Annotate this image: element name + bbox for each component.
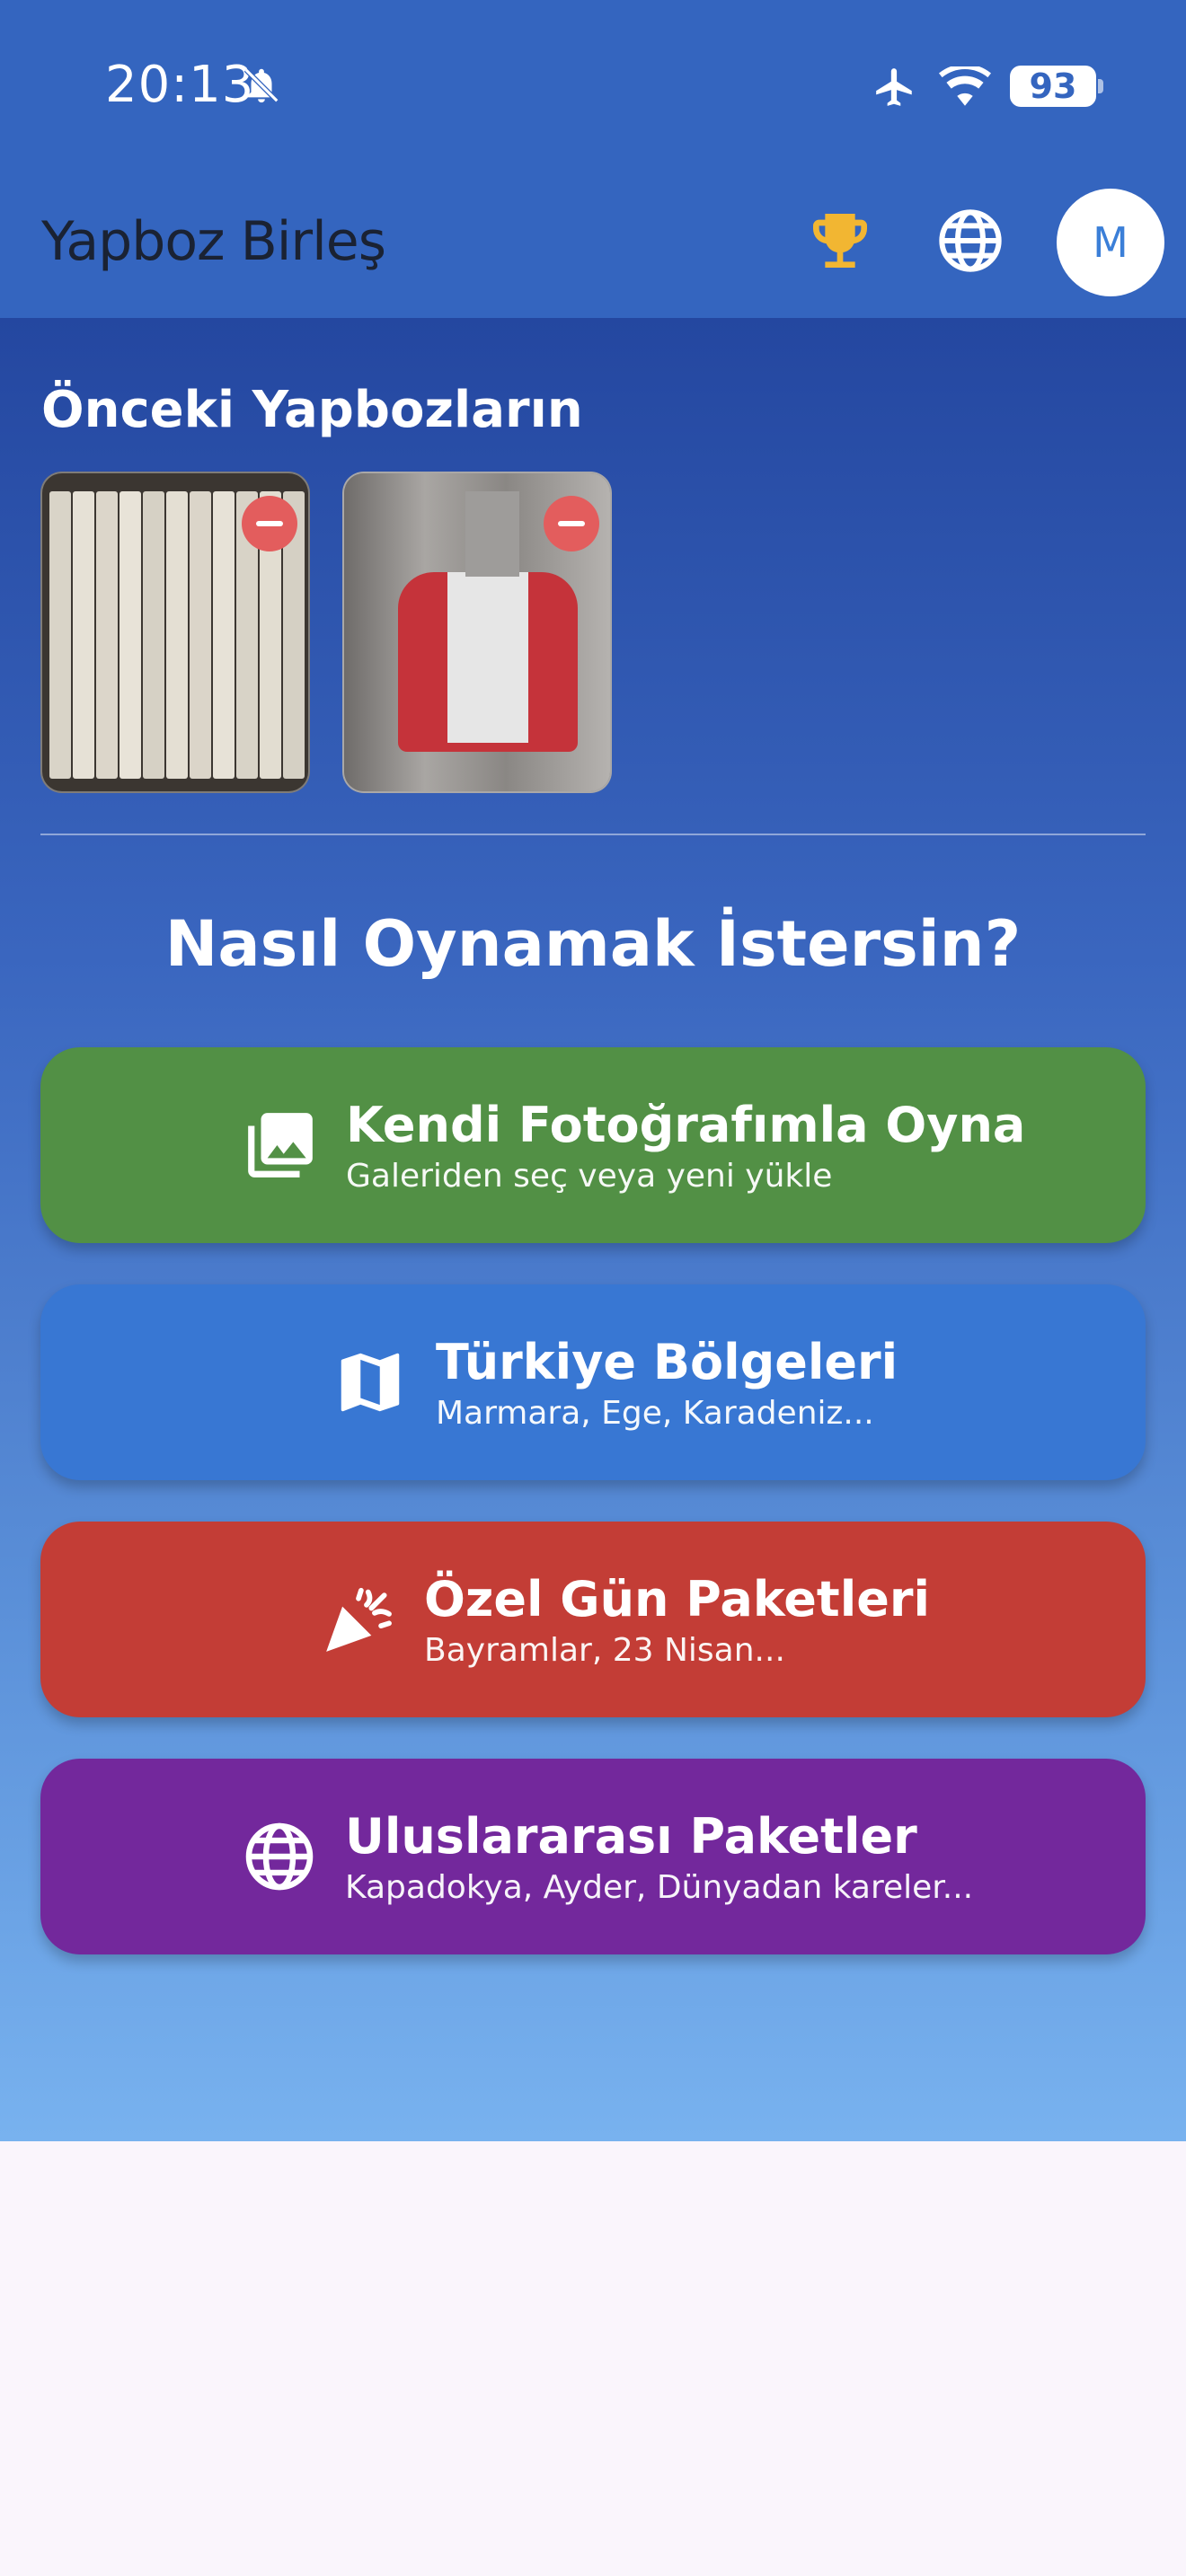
battery-tip — [1098, 79, 1103, 93]
photo-detail — [143, 491, 164, 779]
card-subtitle: Galeriden seç veya yeni yükle — [346, 1157, 833, 1195]
card-subtitle: Marmara, Ege, Karadeniz... — [436, 1394, 874, 1432]
turkey-regions-button[interactable]: Türkiye Bölgeleri Marmara, Ege, Karadeni… — [40, 1284, 1146, 1480]
map-icon — [341, 1353, 400, 1412]
trophy-icon[interactable] — [804, 205, 876, 277]
globe-icon — [245, 1822, 314, 1891]
card-title: Türkiye Bölgeleri — [436, 1333, 898, 1390]
own-photo-button[interactable]: Kendi Fotoğrafımla Oyna Galeriden seç ve… — [40, 1047, 1146, 1243]
photo-detail — [73, 491, 94, 779]
previous-puzzles-title: Önceki Yapbozların — [41, 381, 583, 439]
previous-puzzle-thumbnail[interactable] — [40, 472, 310, 793]
photo-detail — [49, 491, 71, 779]
avatar[interactable]: M — [1057, 189, 1164, 296]
special-day-packs-button[interactable]: Özel Gün Paketleri Bayramlar, 23 Nisan..… — [40, 1522, 1146, 1717]
card-text: Kendi Fotoğrafımla Oyna Galeriden seç ve… — [346, 1097, 1025, 1195]
globe-icon[interactable] — [934, 205, 1006, 277]
photo-detail — [166, 491, 188, 779]
bell-off-icon — [243, 67, 279, 103]
wifi-icon — [939, 66, 991, 106]
photo-detail — [465, 491, 519, 577]
play-mode-heading: Nasıl Oynamak İstersin? — [164, 907, 1022, 981]
previous-puzzle-thumbnail[interactable] — [342, 472, 612, 793]
card-title: Kendi Fotoğrafımla Oyna — [346, 1096, 1026, 1153]
photo-detail — [213, 491, 235, 779]
status-bar: 20:13 93 — [0, 0, 1186, 171]
remove-icon[interactable] — [544, 496, 599, 551]
photo-detail — [447, 572, 528, 743]
battery-indicator: 93 — [1010, 66, 1096, 107]
photo-detail — [190, 491, 211, 779]
card-text: Özel Gün Paketleri Bayramlar, 23 Nisan..… — [424, 1571, 930, 1669]
international-packs-button[interactable]: Uluslararası Paketler Kapadokya, Ayder, … — [40, 1759, 1146, 1954]
airplane-icon — [876, 68, 912, 106]
photo-detail — [119, 491, 141, 779]
card-title: Uluslararası Paketler — [345, 1807, 917, 1865]
status-time: 20:13 — [105, 56, 255, 114]
card-text: Türkiye Bölgeleri Marmara, Ege, Karadeni… — [436, 1334, 898, 1432]
card-subtitle: Kapadokya, Ayder, Dünyadan kareler... — [345, 1868, 974, 1906]
remove-icon[interactable] — [242, 496, 297, 551]
celebration-icon — [326, 1587, 392, 1652]
photo-library-icon — [248, 1113, 313, 1178]
photo-detail — [96, 491, 118, 779]
card-subtitle: Bayramlar, 23 Nisan... — [424, 1631, 785, 1669]
divider — [40, 834, 1146, 835]
card-title: Özel Gün Paketleri — [424, 1570, 931, 1628]
card-text: Uluslararası Paketler Kapadokya, Ayder, … — [345, 1808, 973, 1906]
app-title: Yapboz Birleş — [41, 210, 386, 273]
